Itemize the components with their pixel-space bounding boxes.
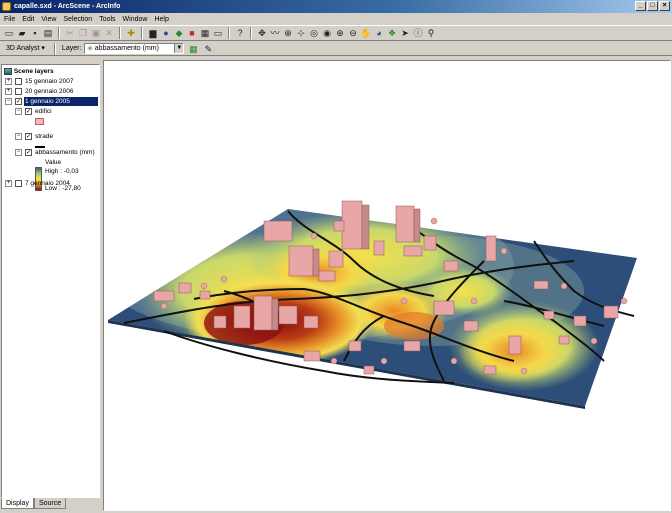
expand-icon[interactable]: + — [5, 88, 12, 95]
zoom-in-icon[interactable]: ⊕ — [334, 27, 346, 39]
scene-layers-root[interactable]: Scene layers — [4, 67, 54, 76]
title-bar: capalle.sxd - ArcScene - ArcInfo _ □ × — [0, 0, 672, 13]
zoom-layer-icon[interactable]: ❖ — [386, 27, 398, 39]
window-icon[interactable]: ▭ — [212, 27, 224, 39]
full-extent-icon[interactable]: ◕ — [373, 27, 385, 39]
layer-dropdown-value: abbassamento (mm) — [94, 45, 159, 52]
toc-tabs: Display Source — [1, 498, 67, 510]
scene-view[interactable] — [103, 60, 671, 511]
buildings-symbol — [35, 118, 44, 125]
layer-label: Layer: — [61, 45, 82, 52]
layer-checkbox[interactable] — [15, 180, 22, 187]
table-of-contents: Scene layers + 15 gennaio 2007 + 20 genn… — [1, 64, 100, 498]
sublayer-edifici[interactable]: edifici — [35, 107, 52, 116]
expand-icon[interactable]: + — [5, 180, 12, 187]
steepest-path-icon[interactable]: ✎ — [202, 43, 214, 55]
window-title: capalle.sxd - ArcScene - ArcInfo — [14, 3, 121, 10]
arcscene-app-icon — [2, 2, 11, 11]
3d-analyst-menu[interactable]: 3D Analyst ▾ — [3, 43, 48, 55]
chevron-down-icon[interactable]: ▼ — [174, 44, 184, 53]
layer-item-selected[interactable]: 1 gennaio 2005 — [24, 97, 98, 106]
3d-analyst-toolbar: 3D Analyst ▾ Layer: ◈ abbassamento (mm) … — [0, 42, 672, 56]
layer-checkbox-checked[interactable]: ✓ — [15, 98, 22, 105]
layer-item[interactable]: 20 gennaio 2006 — [25, 87, 73, 96]
sublayer-checkbox-checked[interactable]: ✓ — [25, 108, 32, 115]
layer-dropdown[interactable]: ◈ abbassamento (mm) ▼ — [84, 43, 185, 54]
toolbar-separator — [141, 27, 143, 39]
create-contours-icon[interactable]: ▦ — [187, 43, 199, 55]
expand-icon[interactable]: + — [5, 78, 12, 85]
tab-display[interactable]: Display — [1, 498, 34, 509]
navigate-icon[interactable]: ✥ — [256, 27, 268, 39]
menu-help[interactable]: Help — [154, 16, 168, 23]
menu-view[interactable]: View — [41, 16, 56, 23]
legend-value-label: Value — [45, 159, 62, 166]
scene-icon[interactable]: ▦ — [199, 27, 211, 39]
center-target-icon[interactable]: ⊹ — [295, 27, 307, 39]
tab-source[interactable]: Source — [33, 498, 67, 509]
pan-icon[interactable]: ✋ — [360, 27, 372, 39]
layer-checkbox[interactable] — [15, 78, 22, 85]
sublayer-checkbox-checked[interactable]: ✓ — [25, 149, 32, 156]
find-icon[interactable]: ⚲ — [425, 27, 437, 39]
toolbar-separator — [250, 27, 252, 39]
print-icon[interactable]: ▤ — [42, 27, 54, 39]
sublayer-checkbox-checked[interactable]: ✓ — [25, 133, 32, 140]
layer-raster-icon: ◈ — [87, 45, 93, 52]
cut-icon[interactable]: ✂ — [64, 27, 76, 39]
standard-toolbar: ▭ ▰ ▪ ▤ ✂ ❐ ▣ ✕ ✚ ▆ ● ◆ ■ ▦ ▭ ? ✥ 〰 ⊕ ⊹ … — [0, 25, 672, 41]
toolbar-separator — [53, 42, 56, 55]
open-icon[interactable]: ▰ — [16, 27, 28, 39]
layer-item[interactable]: 15 gennaio 2007 — [25, 77, 73, 86]
scene-layers-title: Scene layers — [13, 68, 54, 75]
collapse-icon[interactable]: − — [15, 108, 22, 115]
menu-tools[interactable]: Tools — [99, 16, 115, 23]
menu-file[interactable]: File — [4, 16, 15, 23]
maximize-button[interactable]: □ — [647, 1, 658, 11]
fly-icon[interactable]: 〰 — [269, 27, 281, 39]
collapse-icon[interactable]: − — [15, 133, 22, 140]
legend-high-label: High : -0,03 — [45, 168, 79, 175]
target-zoom-icon[interactable]: ⊕ — [282, 27, 294, 39]
properties-icon[interactable]: ■ — [186, 27, 198, 39]
layer-checkbox[interactable] — [15, 88, 22, 95]
minimize-button[interactable]: _ — [635, 1, 646, 11]
collapse-icon[interactable]: − — [5, 98, 12, 105]
toolbar-separator — [58, 27, 60, 39]
sublayer-abbassamento[interactable]: abbassamento (mm) — [35, 148, 95, 157]
globe-icon[interactable]: ● — [160, 27, 172, 39]
paste-icon[interactable]: ▣ — [90, 27, 102, 39]
whats-this-icon[interactable]: ? — [234, 27, 246, 39]
menu-selection[interactable]: Selection — [63, 16, 92, 23]
menu-edit[interactable]: Edit — [22, 16, 34, 23]
add-data-icon[interactable]: ✚ — [125, 27, 137, 39]
zoom-to-target-icon[interactable]: ◎ — [308, 27, 320, 39]
copy-icon[interactable]: ❐ — [77, 27, 89, 39]
export-icon[interactable]: ▆ — [147, 27, 159, 39]
zoom-out-icon[interactable]: ⊖ — [347, 27, 359, 39]
menu-bar: File Edit View Selection Tools Window He… — [0, 13, 672, 25]
layer-item[interactable]: 7 gennaio 2004 — [25, 179, 70, 188]
toolbar-separator — [119, 27, 121, 39]
scene-layers-icon — [4, 67, 12, 75]
toolbar-separator — [228, 27, 230, 39]
collapse-icon[interactable]: − — [15, 149, 22, 156]
menu-window[interactable]: Window — [123, 16, 148, 23]
sublayer-strade[interactable]: strade — [35, 132, 53, 141]
new-icon[interactable]: ▭ — [3, 27, 15, 39]
identify-icon[interactable]: ⓘ — [412, 27, 424, 39]
close-button[interactable]: × — [659, 1, 670, 11]
save-icon[interactable]: ▪ — [29, 27, 41, 39]
set-observer-icon[interactable]: ◉ — [321, 27, 333, 39]
select-icon[interactable]: ➤ — [399, 27, 411, 39]
layers-icon[interactable]: ◆ — [173, 27, 185, 39]
delete-icon[interactable]: ✕ — [103, 27, 115, 39]
3d-scene-render — [108, 200, 637, 409]
